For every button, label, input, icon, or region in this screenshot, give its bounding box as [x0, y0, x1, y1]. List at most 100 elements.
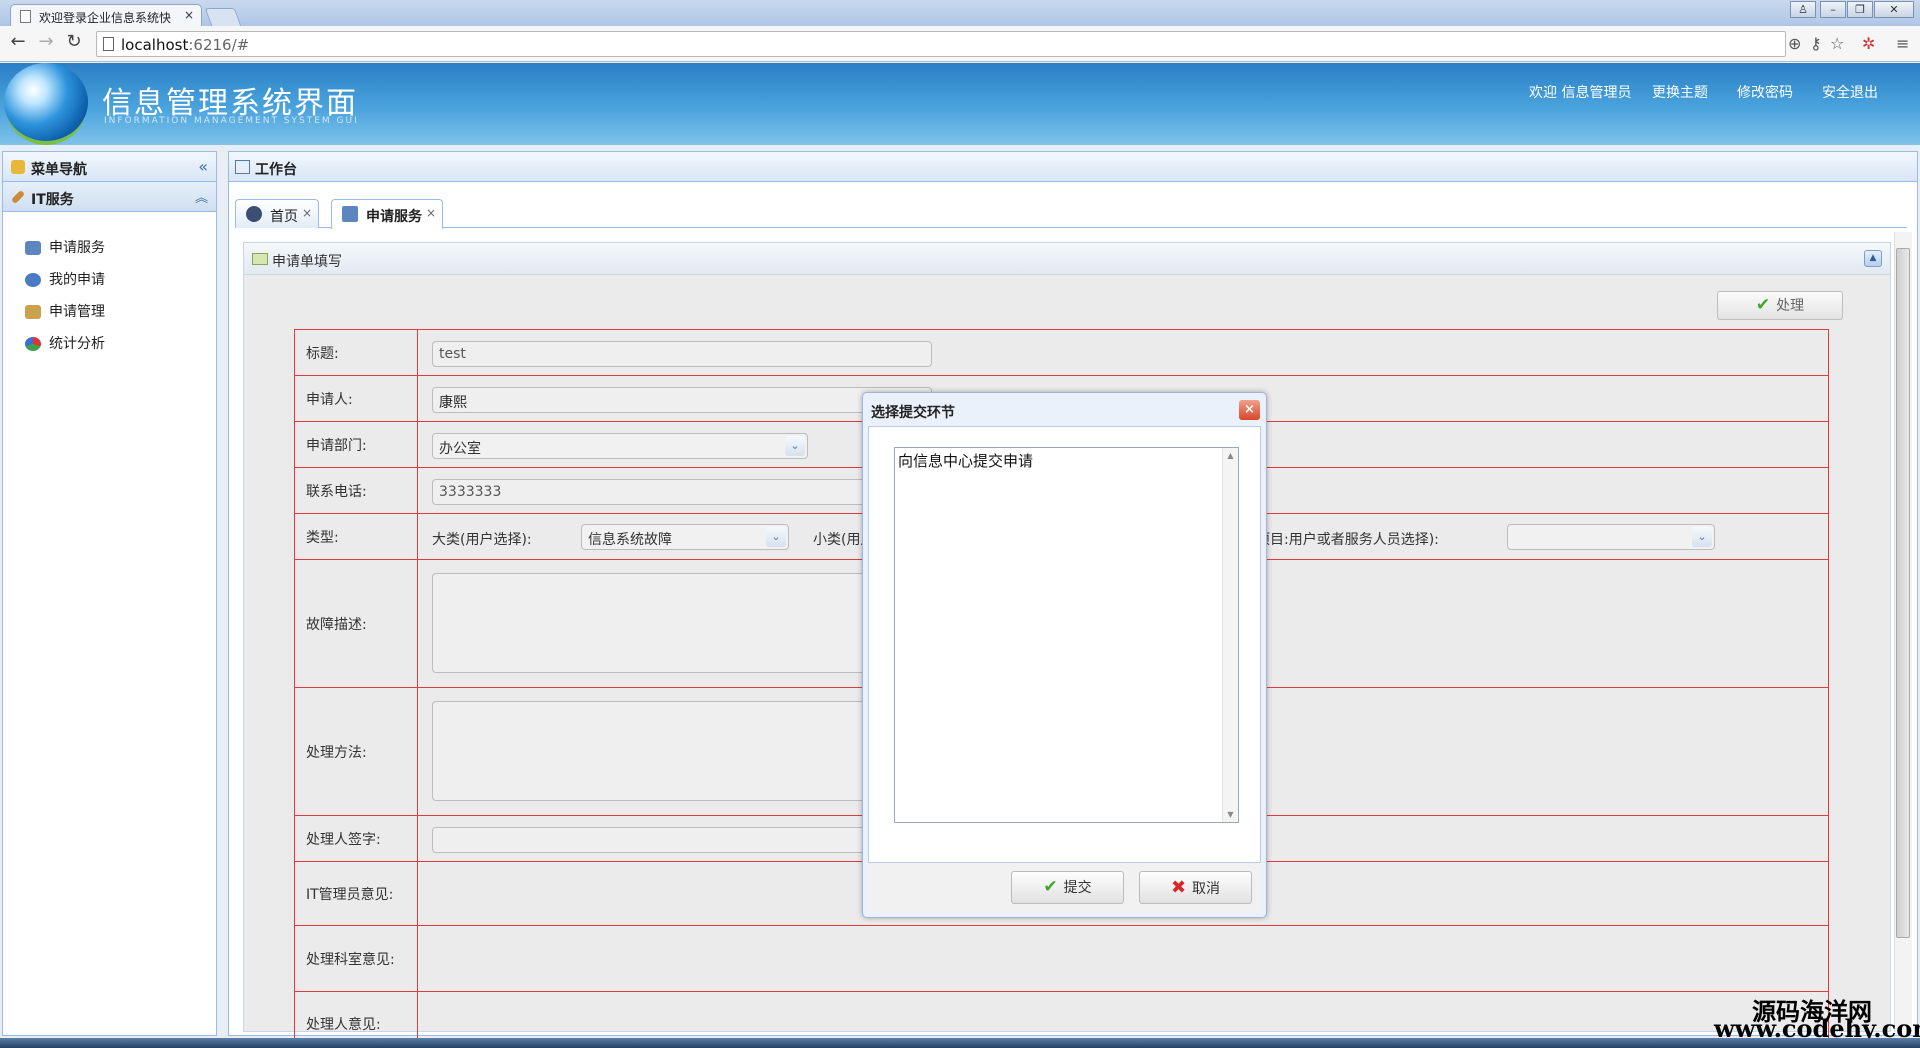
scroll-up-icon[interactable]: ▲ [1223, 451, 1238, 460]
user-avatar-icon [246, 206, 262, 222]
sidebar-section-label: IT服务 [31, 192, 74, 208]
submit-button[interactable]: ✔ 提交 [1011, 871, 1124, 904]
collapse-left-icon[interactable]: « [198, 157, 208, 176]
item-type-select[interactable]: ⌄ [1507, 524, 1715, 550]
sidebar-item-my-requests[interactable]: 我的申请 [21, 269, 105, 291]
scroll-down-icon[interactable]: ▼ [1223, 810, 1238, 819]
submit-button-label: 提交 [1063, 880, 1092, 896]
dialog-title: 选择提交环节 [871, 405, 955, 421]
workspace-title: 工作台 [255, 162, 297, 178]
label-department: 申请部门: [294, 421, 418, 468]
chevron-down-icon[interactable]: ⌄ [1692, 527, 1712, 547]
reload-icon[interactable]: ↻ [62, 31, 86, 52]
forward-icon[interactable]: → [34, 31, 58, 52]
major-type-select[interactable]: 信息系统故障 ⌄ [581, 524, 789, 550]
url-input[interactable]: localhost:6216/# [96, 31, 1786, 57]
label-dept-opinion: 处理科室意见: [294, 925, 418, 992]
change-theme-link[interactable]: 更换主题 [1652, 82, 1708, 102]
workbench-icon [235, 160, 250, 174]
collapse-up-icon[interactable]: ︽ [195, 187, 208, 206]
content-tabs: 首页 × 申请服务 × [235, 195, 1907, 229]
os-taskbar [0, 1038, 1920, 1048]
list-item[interactable]: 向信息中心提交申请 [898, 450, 1033, 471]
major-type-value: 信息系统故障 [588, 532, 672, 548]
label-it-admin-opinion: IT管理员意见: [294, 861, 418, 926]
listbox-scrollbar[interactable]: ▲ ▼ [1222, 448, 1238, 822]
back-icon[interactable]: ← [6, 31, 30, 52]
browser-tab-title: 欢迎登录企业信息系统快 [39, 11, 172, 25]
sidebar-item-apply-service[interactable]: 申请服务 [21, 237, 105, 259]
cancel-icon: ✖ [1170, 877, 1187, 898]
star-icon[interactable]: ☆ [1830, 34, 1844, 53]
label-applicant: 申请人: [294, 375, 418, 422]
sidebar-item-label: 申请服务 [49, 240, 105, 256]
browser-tabstrip [0, 0, 1920, 26]
sidebar-item-label: 申请管理 [49, 304, 105, 320]
form-icon [25, 241, 41, 255]
process-button-label: 处理 [1776, 298, 1805, 314]
cancel-button-label: 取消 [1192, 881, 1221, 897]
applicant-input[interactable]: 康熙 [432, 387, 932, 413]
sidebar-header: 菜单导航 « [3, 152, 216, 182]
tab-home[interactable]: 首页 × [235, 199, 319, 228]
menu-icon[interactable]: ≡ [1896, 34, 1909, 53]
chevron-down-icon[interactable]: ⌄ [785, 436, 805, 456]
check-icon: ✔ [1043, 877, 1058, 897]
sidebar-section-it[interactable]: IT服务 ︽ [3, 182, 216, 212]
department-select[interactable]: 办公室 ⌄ [432, 433, 808, 459]
scrollbar-thumb[interactable] [1896, 248, 1910, 938]
close-window-button[interactable]: ✕ [1874, 1, 1914, 18]
sidebar: 菜单导航 « IT服务 ︽ 申请服务 我的申请 申请管理 统计分析 [2, 151, 217, 1036]
logo-icon [4, 63, 88, 141]
url-path: :6216/# [188, 36, 250, 54]
form-panel-title: 申请单填写 [272, 254, 342, 270]
sidebar-item-label: 我的申请 [49, 272, 105, 288]
sidebar-item-label: 统计分析 [49, 336, 105, 352]
page-icon [103, 37, 114, 51]
extension-icon[interactable]: ✲ [1862, 34, 1875, 53]
sidebar-title: 菜单导航 [31, 162, 87, 178]
users-icon [25, 273, 41, 287]
tab-label: 首页 [270, 209, 298, 225]
title-input[interactable]: test [432, 341, 932, 367]
step-listbox[interactable]: 向信息中心提交申请 ▲ ▼ [894, 447, 1239, 823]
cancel-button[interactable]: ✖ 取消 [1139, 871, 1252, 904]
page-icon [20, 10, 31, 23]
close-icon[interactable]: × [302, 206, 312, 220]
label-fault-description: 故障描述: [294, 559, 418, 688]
tab-label: 申请服务 [366, 209, 422, 225]
tab-apply-service[interactable]: 申请服务 × [331, 199, 443, 229]
sidebar-item-statistics[interactable]: 统计分析 [21, 333, 105, 355]
label-signature: 处理人签字: [294, 815, 418, 862]
major-type-label: 大类(用户选择): [432, 532, 532, 548]
change-password-link[interactable]: 修改密码 [1737, 82, 1793, 102]
pie-chart-icon [25, 337, 41, 351]
process-button[interactable]: ✔ 处理 [1717, 291, 1843, 320]
zoom-icon[interactable]: ⊕ [1788, 34, 1801, 53]
item-type-label: 项目:用户或者服务人员选择): [1256, 532, 1439, 548]
maximize-button[interactable]: ❐ [1847, 1, 1873, 18]
sidebar-item-request-management[interactable]: 申请管理 [21, 301, 105, 323]
new-tab-button[interactable] [204, 8, 242, 26]
submit-step-dialog: 选择提交环节 × 向信息中心提交申请 ▲ ▼ ✔ 提交 ✖ 取消 [862, 392, 1267, 918]
phone-input[interactable]: 3333333 [432, 479, 932, 505]
url-host: localhost [121, 36, 189, 54]
close-icon[interactable]: × [426, 206, 436, 220]
check-icon: ✔ [1755, 295, 1771, 315]
close-icon[interactable]: × [1239, 400, 1260, 420]
key-icon[interactable]: ⚷ [1810, 34, 1822, 53]
minimize-button[interactable]: – [1820, 1, 1846, 18]
app-subtitle: INFORMATION MANAGEMENT SYSTEM GUI [104, 116, 359, 126]
logout-link[interactable]: 安全退出 [1822, 82, 1878, 102]
form-icon [342, 206, 358, 222]
user-icon[interactable]: ♙ [1790, 1, 1816, 18]
form-panel-header: 申请单填写 [244, 243, 1890, 275]
manage-icon [25, 305, 41, 319]
close-tab-icon[interactable]: × [184, 8, 194, 22]
chevron-down-icon[interactable]: ⌄ [766, 527, 786, 547]
dialog-body: 向信息中心提交申请 ▲ ▼ [868, 426, 1261, 863]
browser-tab[interactable]: 欢迎登录企业信息系统快 × [10, 4, 202, 26]
department-value: 办公室 [439, 441, 481, 457]
collapse-panel-button[interactable]: ▲ [1864, 250, 1882, 267]
wrench-icon [10, 189, 26, 205]
